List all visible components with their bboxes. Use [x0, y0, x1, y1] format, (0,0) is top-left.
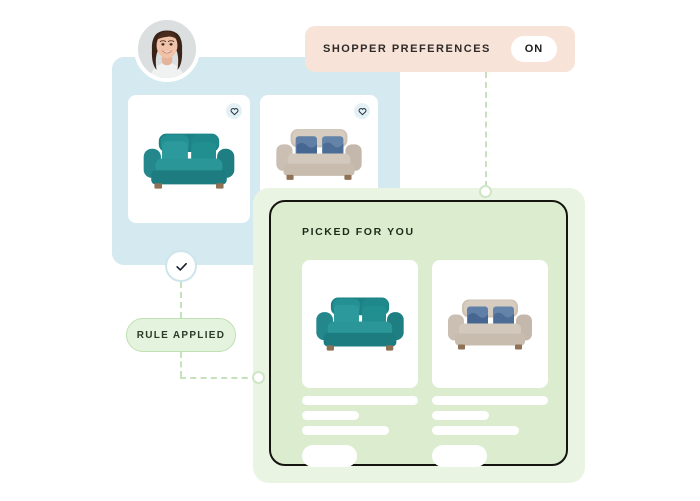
- rule-check-node: [165, 250, 197, 282]
- teal-armchair-image: [143, 133, 235, 189]
- picked-card-beige-armchair[interactable]: [432, 260, 548, 388]
- connector-rule-right: [180, 377, 258, 379]
- skeleton-line: [302, 411, 359, 420]
- product-tile-teal-armchair[interactable]: [128, 95, 250, 223]
- beige-armchair-image: [276, 129, 362, 180]
- left-connector-node: [252, 371, 265, 384]
- teal-armchair-image: [316, 297, 404, 351]
- illustration-stage: SHOPPER PREFERENCES ON RULE APPLIED PICK…: [0, 0, 700, 501]
- heart-outline-icon[interactable]: [226, 103, 242, 119]
- skeleton-button[interactable]: [302, 445, 357, 467]
- shopper-avatar: [134, 16, 200, 82]
- skeleton-line: [302, 396, 418, 405]
- toggle-state-label: ON: [524, 43, 544, 55]
- skeleton-line: [302, 426, 389, 435]
- skeleton-button[interactable]: [432, 445, 487, 467]
- beige-armchair-image: [448, 299, 532, 350]
- check-icon: [175, 262, 187, 271]
- connector-rule-down: [180, 352, 182, 377]
- product-tile-beige-armchair[interactable]: [260, 95, 378, 198]
- picked-for-you-panel: PICKED FOR YOU: [269, 200, 568, 467]
- skeleton-line: [432, 411, 489, 420]
- avatar-photo: [138, 20, 196, 78]
- picked-for-you-title: PICKED FOR YOU: [302, 226, 415, 238]
- rule-applied-badge: RULE APPLIED: [126, 318, 236, 352]
- shopper-preferences-toggle[interactable]: ON: [511, 36, 557, 62]
- connector-check-to-rule: [180, 282, 182, 318]
- heart-outline-icon[interactable]: [354, 103, 370, 119]
- shopper-preferences-panel: SHOPPER PREFERENCES ON: [305, 26, 575, 72]
- connector-peach-to-green: [485, 72, 487, 187]
- rule-applied-label: RULE APPLIED: [136, 329, 226, 341]
- picked-card-teal-armchair[interactable]: [302, 260, 418, 388]
- skeleton-line: [432, 396, 548, 405]
- shopper-preferences-label: SHOPPER PREFERENCES: [323, 43, 491, 55]
- skeleton-line: [432, 426, 519, 435]
- top-connector-node: [479, 185, 492, 198]
